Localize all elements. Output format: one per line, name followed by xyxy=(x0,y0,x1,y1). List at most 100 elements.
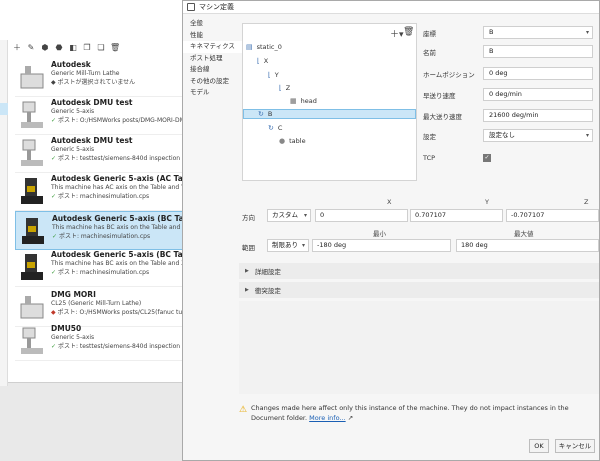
max-feed-input[interactable]: 21600 deg/min xyxy=(483,109,593,122)
dialog-nav: 全般 性能 キネマティクス ポスト処理 接合線 その他の設定 モデル xyxy=(183,18,243,99)
check-icon: ✓ xyxy=(51,193,58,200)
tree-node[interactable]: ▦ head xyxy=(243,96,317,106)
tree-node[interactable]: ⌊ X xyxy=(243,56,268,66)
tree-node-label: table xyxy=(289,137,306,145)
col-z-header: Z xyxy=(584,198,589,206)
direction-z-input[interactable]: -0.707107 xyxy=(506,209,599,222)
tree-node-label: X xyxy=(263,57,269,65)
properties-empty-area xyxy=(239,301,599,394)
home-label: ホームポジション xyxy=(423,70,475,79)
tcp-checkbox[interactable]: ✓ xyxy=(483,153,491,162)
nav-item[interactable]: モデル xyxy=(183,87,243,99)
machine-post-text: ポスト: testtest/siemens-840d inspection xyxy=(57,343,181,350)
nav-item[interactable]: その他の設定 xyxy=(183,76,243,88)
axis-icon: ⌊ xyxy=(268,71,271,79)
direction-label: 方向 xyxy=(242,214,255,222)
machine-name: DMG MORI xyxy=(51,290,96,299)
kinematics-tree: ＋▾ 🗑 ▤ static_0 ⌊ X ⌊ Y ⌊ Z ▦ head ↻ B ↻ C ● table xyxy=(242,23,417,181)
add-axis-icon[interactable]: ＋▾ xyxy=(390,27,404,40)
plus-icon[interactable]: ＋ xyxy=(12,42,22,53)
tree-node[interactable]: ⌊ Z xyxy=(243,83,290,93)
tree-node[interactable]: ⌊ Y xyxy=(243,70,279,80)
machine-list-item[interactable]: Autodesk DMU test Generic 5-axis ✓ ポスト: te… xyxy=(15,134,190,173)
nav-item[interactable]: ポスト処理 xyxy=(183,53,243,65)
range-row: 範囲 制限あり -180 deg 180 deg xyxy=(242,239,599,253)
nav-item[interactable]: 全般 xyxy=(183,18,243,30)
machine-list-item[interactable]: Autodesk DMU test Generic 5-axis ✓ ポスト: O:… xyxy=(15,96,190,135)
dialog-titlebar: マシン定義 xyxy=(183,1,599,14)
setting-row: 設定 設定なし xyxy=(423,129,598,142)
machine-library-panel: ＋ ✎ ⬢ ⬣ ◧ ❐ ❏ 🗑 Autodesk Generic Mill-Tur… xyxy=(0,0,190,386)
machine-name: Autodesk DMU test xyxy=(51,98,133,107)
name-input[interactable]: B xyxy=(483,45,593,58)
library-sidebar-selection xyxy=(0,103,8,115)
col-y-header: Y xyxy=(485,198,489,206)
axis-icon: ⌊ xyxy=(257,57,260,65)
cube-export-icon[interactable]: ◧ xyxy=(68,43,78,52)
axis-icon: ⌊ xyxy=(279,84,282,92)
more-info-link[interactable]: More info... xyxy=(309,414,345,422)
machine-lathe-thumbnail xyxy=(17,290,47,324)
pencil-icon[interactable]: ✎ xyxy=(26,43,36,52)
machine-post: ◆ ポストが選択されていません xyxy=(51,78,135,87)
rapid-feed-input[interactable]: 0 deg/min xyxy=(483,88,593,101)
machine-list-item[interactable]: DMU50 Generic 5-axis ✓ ポスト: testtest/sieme… xyxy=(15,322,190,361)
check-icon: ✓ xyxy=(51,117,58,124)
tree-node-label: Y xyxy=(274,71,279,79)
advanced-settings-label: 詳細設定 xyxy=(254,268,281,276)
tree-node[interactable]: ● table xyxy=(243,136,306,146)
range-mode-select[interactable]: 制限あり xyxy=(267,239,309,252)
machine-description: CL25 (Generic Mill-Turn Lathe) xyxy=(51,300,142,307)
cube-icon[interactable]: ⬢ xyxy=(40,43,50,52)
machine-list-item[interactable]: Autodesk Generic 5-axis (AC Table-TaThis… xyxy=(15,172,190,211)
setting-label: 設定 xyxy=(423,132,436,141)
machine-post: ✓ ポスト: O:/HSMWorks posts/DMG-MORI-DM xyxy=(51,116,185,125)
tree-node[interactable]: ↻ C xyxy=(243,123,282,133)
tree-node[interactable]: ↻ B xyxy=(243,109,416,119)
machine-description: Generic 5-axis xyxy=(51,334,95,341)
home-input[interactable]: 0 deg xyxy=(483,67,593,80)
trash-icon[interactable]: 🗑 xyxy=(403,27,414,37)
machine-post: ✓ ポスト: machinesimulation.cps xyxy=(52,232,187,241)
collision-settings-label: 衝突設定 xyxy=(254,287,281,295)
nav-item[interactable]: 接合線 xyxy=(183,64,243,76)
nav-item[interactable]: キネマティクス xyxy=(183,41,243,53)
max-feed-row: 最大送り速度 21600 deg/min xyxy=(423,109,598,122)
nav-item[interactable]: 性能 xyxy=(183,30,243,42)
ok-button[interactable]: OK xyxy=(529,439,549,453)
cancel-button[interactable]: キャンセル xyxy=(555,439,595,453)
head-icon: ▦ xyxy=(290,97,297,105)
machine-description: Generic Mill-Turn Lathe xyxy=(51,70,120,77)
warning-text: Changes made here affect only this insta… xyxy=(251,404,569,422)
direction-y-input[interactable]: 0.707107 xyxy=(410,209,503,222)
machine-description: This machine has BC axis on the Table an… xyxy=(51,260,186,267)
cubes-icon[interactable]: ⬣ xyxy=(54,43,64,52)
max-feed-label: 最大送り速度 xyxy=(423,112,462,121)
machine-list-item[interactable]: Autodesk Generic Mill-Turn Lathe ◆ ポストが選択さ… xyxy=(15,58,190,97)
advanced-settings-section[interactable]: ▶ 詳細設定 xyxy=(239,263,599,279)
trash-icon[interactable]: 🗑 xyxy=(110,43,120,52)
cube-copy-icon[interactable]: ❐ xyxy=(82,43,92,52)
name-row: 名前 B xyxy=(423,45,598,58)
table-icon: ● xyxy=(279,137,286,145)
direction-x-input[interactable]: 0 xyxy=(315,209,408,222)
machine-post: ✓ ポスト: machinesimulation.cps xyxy=(51,268,188,277)
range-min-input[interactable]: -180 deg xyxy=(312,239,451,252)
instance-warning: ⚠ Changes made here affect only this ins… xyxy=(237,403,599,425)
setting-select[interactable]: 設定なし xyxy=(483,129,593,142)
cube-paste-icon[interactable]: ❏ xyxy=(96,43,106,52)
range-max-input[interactable]: 180 deg xyxy=(456,239,599,252)
machine-list-item[interactable]: Autodesk Generic 5-axis (BC Table-TaThis… xyxy=(15,248,190,287)
external-link-icon: ↗ xyxy=(347,414,354,422)
machine-list-item[interactable]: Autodesk Generic 5-axis (BC Table-TaThis… xyxy=(15,211,190,250)
check-icon: ✓ xyxy=(52,233,59,240)
collision-settings-section[interactable]: ▶ 衝突設定 xyxy=(239,282,599,298)
axis-type-select[interactable]: B xyxy=(483,26,593,39)
direction-mode-select[interactable]: カスタム xyxy=(267,209,311,222)
machine-5axis-thumbnail xyxy=(17,250,47,284)
max-header: 最大値 xyxy=(514,230,534,238)
machine-post-text: ポスト: machinesimulation.cps xyxy=(57,269,150,276)
tree-node[interactable]: ▤ static_0 xyxy=(243,42,282,52)
machine-definition-icon xyxy=(187,3,195,11)
chevron-right-icon: ▶ xyxy=(245,268,249,274)
